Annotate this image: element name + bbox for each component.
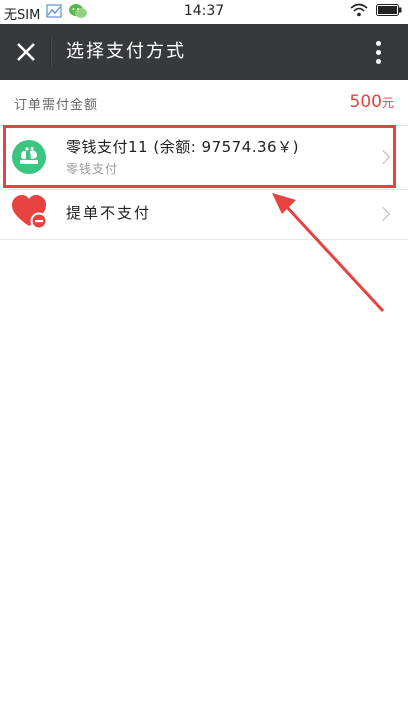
wifi-icon bbox=[350, 3, 368, 21]
more-dot-icon bbox=[375, 40, 381, 46]
more-menu-button[interactable] bbox=[358, 32, 398, 72]
amount-number: 500 bbox=[349, 92, 382, 112]
battery-icon bbox=[376, 4, 402, 20]
close-icon bbox=[17, 43, 35, 61]
submit-without-payment-option[interactable]: 提单不支付 bbox=[0, 190, 408, 240]
more-dot-icon bbox=[375, 58, 381, 64]
status-bar: 无SIM 14:37 bbox=[0, 0, 408, 24]
order-amount-label: 订单需付金额 bbox=[14, 98, 99, 113]
chevron-right-icon bbox=[375, 149, 391, 165]
more-dot-icon bbox=[375, 49, 381, 55]
wallet-payment-title: 零钱支付11 (余额: 97574.36￥) bbox=[66, 138, 299, 156]
title-bar: 选择支付方式 bbox=[0, 24, 408, 80]
heart-minus-icon bbox=[12, 195, 50, 231]
wallet-payment-option[interactable]: 零钱支付11 (余额: 97574.36￥) 零钱支付 bbox=[0, 126, 408, 188]
submit-without-payment-label: 提单不支付 bbox=[66, 204, 152, 222]
title-divider bbox=[50, 38, 51, 66]
order-amount-value: 500元 bbox=[350, 92, 394, 112]
status-right bbox=[350, 3, 402, 21]
wallet-payment-subtitle: 零钱支付 bbox=[66, 162, 119, 176]
amount-unit: 元 bbox=[381, 96, 394, 110]
clock: 14:37 bbox=[183, 3, 225, 19]
page-title: 选择支付方式 bbox=[66, 41, 186, 62]
close-button[interactable] bbox=[6, 32, 46, 72]
order-amount-row: 订单需付金额 500元 bbox=[0, 80, 408, 126]
chevron-right-icon bbox=[375, 206, 391, 222]
wallet-icon bbox=[12, 140, 46, 174]
